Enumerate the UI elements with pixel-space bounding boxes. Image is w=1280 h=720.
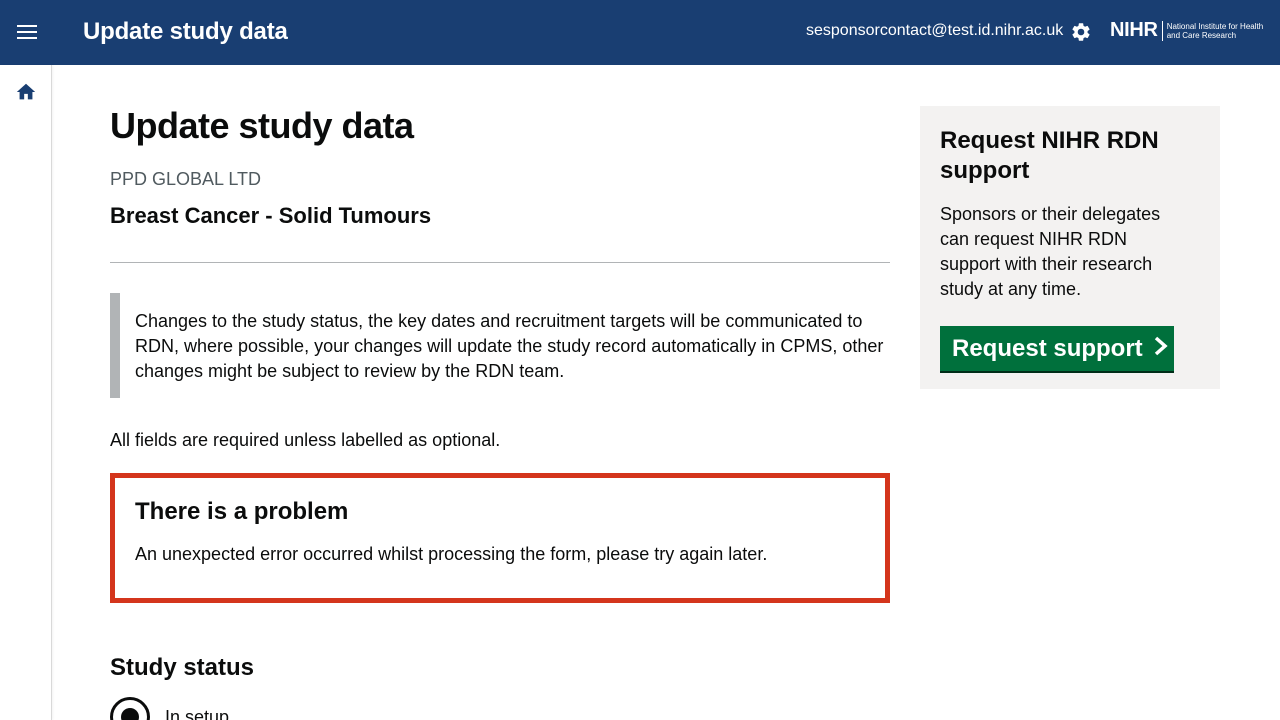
nihr-logo: NIHR National Institute for Health and C… [1110, 19, 1267, 42]
error-summary-message: An unexpected error occurred whilst proc… [135, 544, 768, 564]
study-status-heading: Study status [110, 654, 255, 681]
logo-divider [1161, 20, 1163, 41]
logo-main-text: NIHR [1110, 19, 1158, 41]
user-email: sesponsorcontact@test.id.nihr.ac.uk [806, 22, 1064, 39]
fields-required-note: All fields are required unless labelled … [110, 430, 501, 450]
radio-button-selected[interactable] [110, 697, 150, 720]
support-panel-text: Sponsors or their delegates can request … [940, 204, 1161, 299]
inset-text: Changes to the study status, the key dat… [110, 293, 890, 398]
support-panel: Request NIHR RDN support Sponsors or the… [920, 106, 1220, 389]
menu-icon[interactable] [17, 25, 37, 41]
organisation-name: PPD GLOBAL LTD [110, 169, 262, 189]
request-support-button[interactable]: Request support [940, 326, 1174, 371]
section-divider [110, 262, 890, 263]
side-nav [0, 65, 52, 720]
study-name: Breast Cancer - Solid Tumours [110, 203, 432, 228]
status-option-in-setup[interactable]: In setup [110, 697, 229, 720]
app-title: Update study data [83, 18, 288, 45]
gear-icon[interactable] [1070, 21, 1092, 43]
error-summary-title: There is a problem [135, 498, 349, 525]
request-support-label[interactable]: Request support [952, 335, 1143, 363]
home-icon[interactable] [15, 81, 37, 103]
inset-text-content: Changes to the study status, the key dat… [135, 311, 884, 381]
chevron-right-icon [1153, 335, 1169, 363]
app-header: Update study data sesponsorcontact@test.… [0, 0, 1280, 65]
support-panel-title: Request NIHR RDN support [940, 127, 1159, 184]
error-summary: There is a problem An unexpected error o… [110, 473, 890, 603]
page-title: Update study data [110, 105, 414, 146]
logo-sub-text: National Institute for Health and Care R… [1166, 21, 1264, 40]
status-option-label[interactable]: In setup [165, 707, 229, 720]
